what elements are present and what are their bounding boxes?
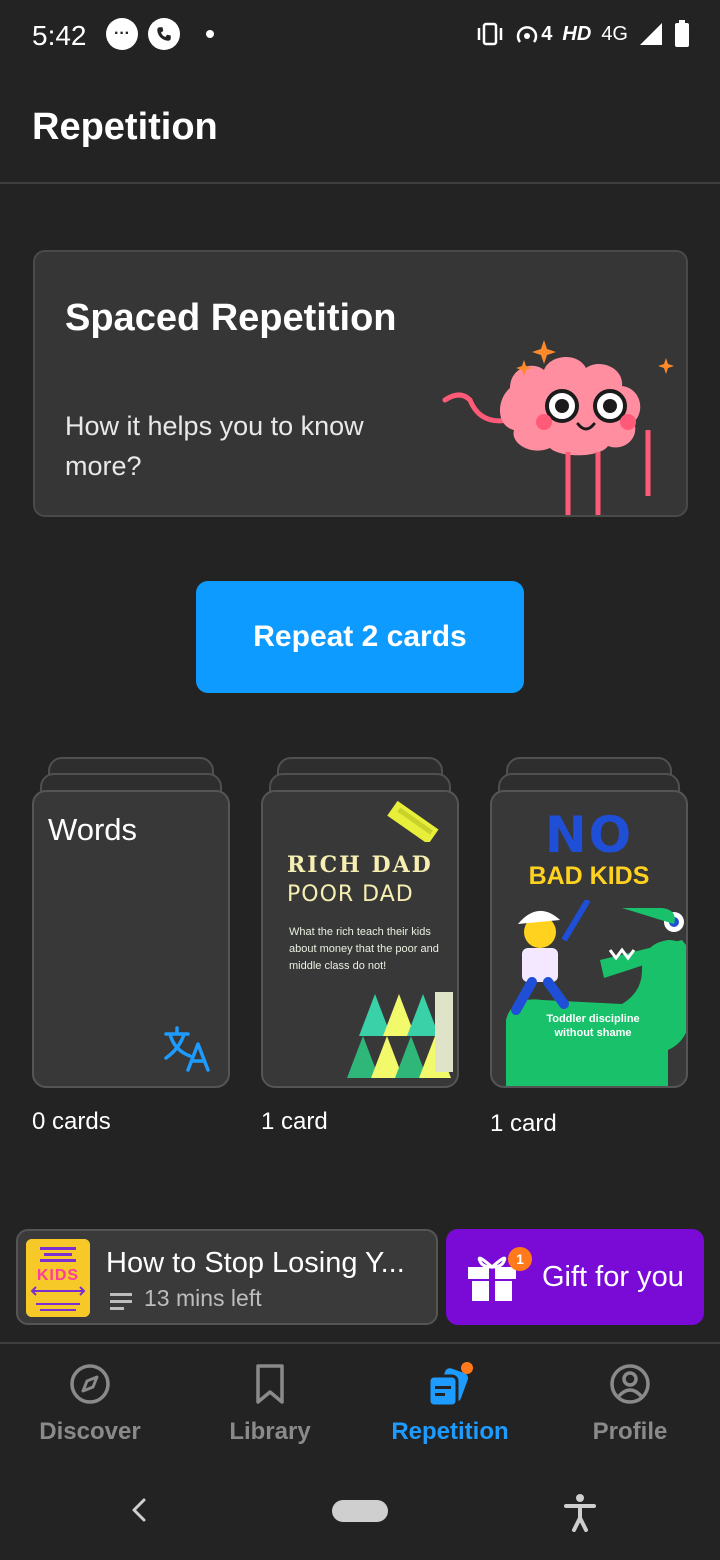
hotspot-icon: 4: [515, 22, 552, 46]
app-header: Repetition: [0, 70, 720, 184]
deck-words-card: Words: [32, 790, 230, 1088]
status-time: 5:42: [32, 20, 87, 51]
gift-button[interactable]: 1 Gift for you: [446, 1229, 704, 1325]
battery-icon: [675, 20, 689, 47]
now-playing-title: How to Stop Losing Y...: [106, 1247, 405, 1279]
deck-words-count: 0 cards: [32, 1108, 111, 1135]
nav-label: Profile: [592, 1418, 668, 1445]
deck-rich-dad[interactable]: RICH DAD POOR DAD What the rich teach th…: [261, 757, 459, 1089]
gift-badge: 1: [508, 1247, 532, 1271]
card-house-illustration: [347, 992, 453, 1078]
notification-dot-icon: [206, 30, 214, 38]
accessibility-icon[interactable]: [562, 1492, 598, 1532]
translate-icon: [164, 1026, 210, 1072]
text-lines-icon: [110, 1293, 132, 1310]
cover-blurb: Toddler discipline without shame: [546, 1013, 640, 1039]
money-icon: [387, 800, 439, 842]
now-playing-time-left: 13 mins left: [144, 1285, 262, 1311]
home-pill[interactable]: [332, 1500, 388, 1522]
deck-words[interactable]: Words: [32, 757, 230, 1089]
brain-mascot-icon: [442, 340, 674, 515]
now-playing-cover-text: KIDS: [36, 1267, 80, 1284]
spaced-repetition-card[interactable]: Spaced Repetition How it helps you to kn…: [33, 250, 688, 517]
cover-title-2: POOR DAD: [287, 882, 414, 907]
page-title: Repetition: [32, 106, 218, 148]
bookmark-icon: [256, 1364, 284, 1404]
network-type: 4G: [601, 22, 628, 45]
back-icon[interactable]: [126, 1494, 150, 1526]
book-cover-rich-dad: RICH DAD POOR DAD What the rich teach th…: [261, 790, 459, 1088]
profile-icon: [610, 1364, 650, 1404]
hd-indicator: HD: [562, 22, 592, 45]
deck-rich-dad-count: 1 card: [261, 1108, 328, 1135]
nav-library[interactable]: Library: [180, 1344, 360, 1462]
deck-title: Words: [48, 812, 138, 847]
now-playing-cover: KIDS: [26, 1239, 90, 1317]
promo-title: Spaced Repetition: [65, 297, 397, 339]
compass-icon: [70, 1364, 110, 1404]
nav-profile[interactable]: Profile: [540, 1344, 720, 1462]
deck-no-bad-kids-count: 1 card: [490, 1110, 557, 1137]
bottom-nav: Discover Library Repetition Profile: [0, 1342, 720, 1462]
messages-icon: ···: [106, 18, 138, 50]
repeat-cards-button[interactable]: Repeat 2 cards: [196, 581, 524, 693]
cover-title-2: BAD KIDS: [528, 862, 650, 890]
crocodile-illustration: [506, 900, 686, 1086]
nav-label: Discover: [39, 1418, 141, 1445]
now-playing-bar[interactable]: KIDS How to Stop Losing Y... 13 mins lef…: [16, 1229, 438, 1325]
status-bar: 5:42 ··· 4 HD 4G: [0, 0, 720, 70]
book-cover-no-bad-kids: NO BAD KIDS Toddler discipline without s…: [490, 790, 688, 1088]
nav-repetition[interactable]: Repetition: [360, 1344, 540, 1462]
repetition-icon: [427, 1362, 473, 1408]
signal-icon: [640, 23, 662, 45]
promo-subtitle: How it helps you to know more?: [65, 411, 364, 481]
nav-label: Repetition: [391, 1418, 509, 1445]
phone-icon: [148, 18, 180, 50]
gift-label: Gift for you: [542, 1261, 684, 1293]
system-nav-bar: [0, 1462, 720, 1560]
cover-title-1: RICH DAD: [287, 852, 433, 878]
vibrate-icon: [478, 22, 503, 46]
nav-label: Library: [229, 1418, 311, 1445]
cover-blurb: What the rich teach their kids about mon…: [289, 926, 439, 972]
nav-discover[interactable]: Discover: [0, 1344, 180, 1462]
cover-title-1: NO: [544, 806, 634, 864]
deck-no-bad-kids[interactable]: NO BAD KIDS Toddler discipline without s…: [490, 757, 688, 1089]
